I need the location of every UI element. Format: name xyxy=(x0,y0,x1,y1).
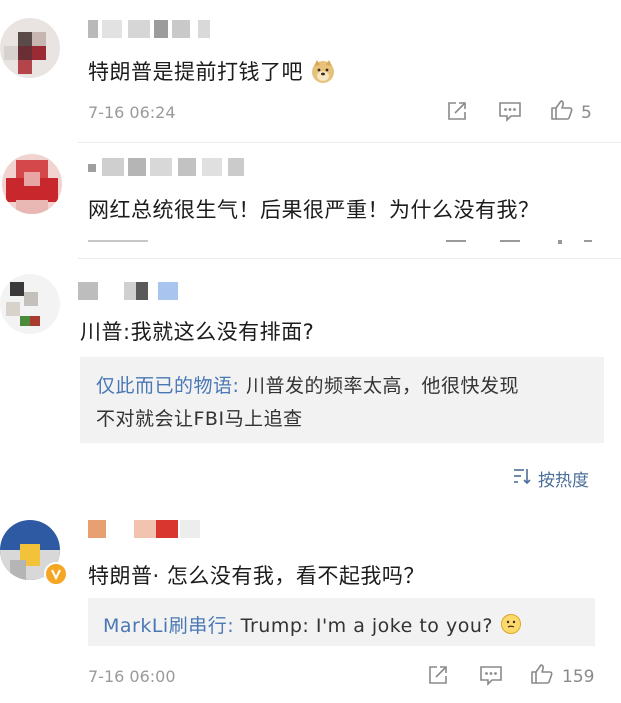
reply-text: MarkLi刷串行: Trump: I'm a joke to you? xyxy=(103,611,522,640)
clipped-meta-row xyxy=(88,240,608,246)
comment-text: 川普:我就这么没有排面? xyxy=(80,320,315,344)
verified-badge-icon xyxy=(44,562,68,586)
comment-icon xyxy=(498,100,522,126)
like-count: 159 xyxy=(562,667,595,687)
reply-username[interactable]: 仅此而已的物语: xyxy=(96,375,239,397)
like-count: 5 xyxy=(581,103,592,123)
reply-button[interactable] xyxy=(497,101,523,125)
share-icon xyxy=(427,664,449,690)
reply-username[interactable]: MarkLi刷串行: xyxy=(103,615,234,637)
divider xyxy=(78,258,621,259)
reply-text: 仅此而已的物语: 川普发的频率太高，他很快发现 xyxy=(96,375,519,397)
reply-text-continued: 不对就会让FBI马上追查 xyxy=(96,408,303,430)
comment-icon xyxy=(479,664,503,690)
thumbs-up-icon xyxy=(550,98,574,126)
like-button[interactable] xyxy=(529,664,555,688)
timestamp: 7-16 06:00 xyxy=(88,667,176,686)
doge-icon xyxy=(310,58,336,89)
avatar[interactable] xyxy=(2,154,62,214)
like-button[interactable] xyxy=(549,100,575,124)
comment-text: 特朗普是提前打钱了吧 xyxy=(88,56,336,89)
comment-text: 网红总统很生气！后果很严重！为什么没有我？ xyxy=(88,198,540,222)
sort-label: 按热度 xyxy=(538,471,589,491)
sort-by-hot-button[interactable]: 按热度 xyxy=(512,466,589,491)
sort-icon xyxy=(512,467,532,490)
avatar[interactable] xyxy=(0,274,60,334)
reply-button[interactable] xyxy=(478,665,504,689)
share-icon xyxy=(446,100,468,126)
divider xyxy=(78,142,621,143)
thumbs-up-icon xyxy=(530,662,554,690)
comment-text: 特朗普· 怎么没有我，看不起我吗？ xyxy=(88,564,425,588)
timestamp: 7-16 06:24 xyxy=(88,103,176,122)
share-button[interactable] xyxy=(425,665,451,689)
avatar[interactable] xyxy=(0,18,60,78)
share-button[interactable] xyxy=(444,101,470,125)
thinking-face-icon xyxy=(500,613,522,640)
